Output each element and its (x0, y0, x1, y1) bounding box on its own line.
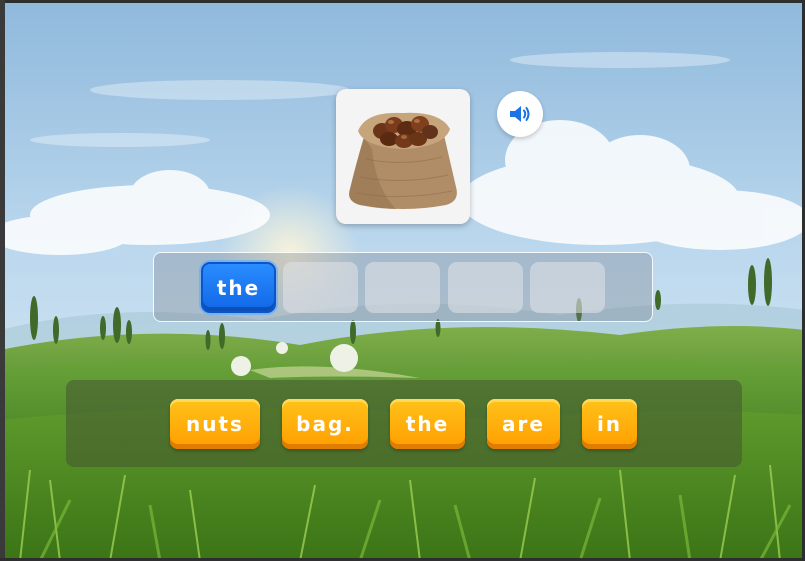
answer-slot-label (365, 262, 440, 313)
answer-slot-4[interactable] (448, 262, 523, 313)
word-chip-label: bag. (296, 412, 354, 436)
answer-slot-label: the (216, 275, 261, 300)
word-chip-label: nuts (186, 412, 244, 436)
picture-card (336, 89, 470, 224)
word-chip-the[interactable]: the (390, 399, 465, 449)
word-chip-in[interactable]: in (582, 399, 637, 449)
answer-tray: the (153, 252, 653, 322)
window-frame-top (0, 0, 805, 3)
sack-of-chestnuts-icon (349, 112, 457, 209)
answer-slot-5[interactable] (530, 262, 605, 313)
word-chip-label: in (596, 412, 623, 436)
answer-slot-2[interactable] (283, 262, 358, 313)
audio-button[interactable] (497, 91, 543, 137)
word-chip-label: the (405, 412, 450, 436)
answer-slot-label (448, 262, 523, 313)
word-chip-nuts[interactable]: nuts (170, 399, 260, 449)
game-stage: the nuts bag. the are in (0, 0, 805, 561)
window-frame-left (0, 0, 5, 561)
word-chip-are[interactable]: are (487, 399, 560, 449)
answer-slot-label (283, 262, 358, 313)
answer-slot-label (530, 262, 605, 313)
word-bank: nuts bag. the are in (66, 380, 742, 467)
answer-slot-1[interactable]: the (201, 262, 276, 313)
word-chip-label: are (502, 412, 545, 436)
answer-slot-3[interactable] (365, 262, 440, 313)
speaker-icon (510, 106, 530, 122)
word-chip-bag[interactable]: bag. (282, 399, 368, 449)
